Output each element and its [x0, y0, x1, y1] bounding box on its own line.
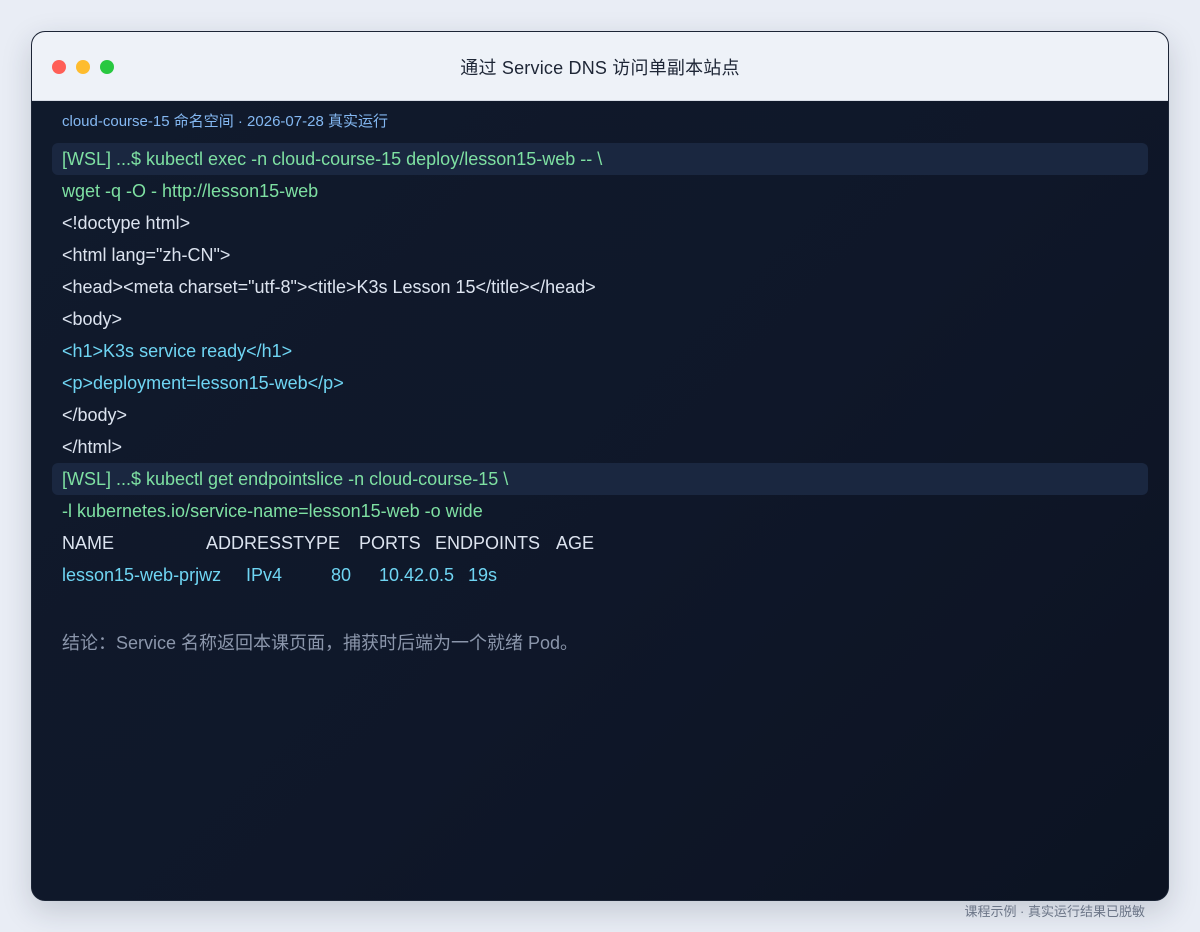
- output-line-highlight: <p>deployment=lesson15-web</p>: [62, 373, 344, 393]
- table-row: lesson15-web-prjwz IPv4 80 10.42.0.5 19s: [52, 559, 1148, 591]
- cell-name: lesson15-web-prjwz: [62, 565, 222, 585]
- column-header-age: AGE: [556, 533, 595, 553]
- terminal-output[interactable]: [WSL] ...$ kubectl exec -n cloud-course-…: [52, 143, 1148, 591]
- conclusion-text: 结论：Service 名称返回本课页面，捕获时后端为一个就绪 Pod。: [62, 633, 579, 653]
- command-continuation-line: -l kubernetes.io/service-name=lesson15-w…: [62, 501, 483, 521]
- window-title: 通过 Service DNS 访问单副本站点: [460, 58, 740, 78]
- run-meta: cloud-course-15 命名空间 · 2026-07-28 真实运行: [62, 113, 388, 130]
- output-line: </html>: [62, 437, 123, 457]
- cell-ports: 80: [331, 565, 352, 585]
- column-header-endpoints: ENDPOINTS: [435, 533, 541, 553]
- column-header-addresstype: ADDRESSTYPE: [206, 533, 341, 553]
- output-line: <html lang="zh-CN">: [62, 245, 231, 265]
- output-line-highlight: <h1>K3s service ready</h1>: [62, 341, 293, 361]
- output-line: </body>: [62, 405, 128, 425]
- footer-caption: 课程示例 · 真实运行结果已脱敏: [964, 904, 1145, 919]
- output-line: <head><meta charset="utf-8"><title>K3s L…: [62, 277, 596, 297]
- cell-age: 19s: [468, 565, 498, 585]
- command-prompt-line: [WSL] ...$ kubectl exec -n cloud-course-…: [52, 143, 1148, 175]
- command-prompt-line: [WSL] ...$ kubectl get endpointslice -n …: [52, 463, 1148, 495]
- output-line: <!doctype html>: [62, 213, 191, 233]
- column-header-name: NAME: [62, 533, 115, 553]
- cell-addresstype: IPv4: [246, 565, 283, 585]
- cell-endpoints: 10.42.0.5: [379, 565, 455, 585]
- terminal-window: 通过 Service DNS 访问单副本站点 cloud-course-15 命…: [31, 31, 1169, 901]
- column-header-ports: PORTS: [359, 533, 421, 553]
- table-header: NAME ADDRESSTYPE PORTS ENDPOINTS AGE: [52, 527, 1148, 559]
- terminal-content: cloud-course-15 命名空间 · 2026-07-28 真实运行 […: [32, 101, 1168, 900]
- command-continuation-line: wget -q -O - http://lesson15-web: [62, 181, 319, 201]
- output-line: <body>: [62, 309, 123, 329]
- title-bar: 通过 Service DNS 访问单副本站点: [32, 32, 1168, 101]
